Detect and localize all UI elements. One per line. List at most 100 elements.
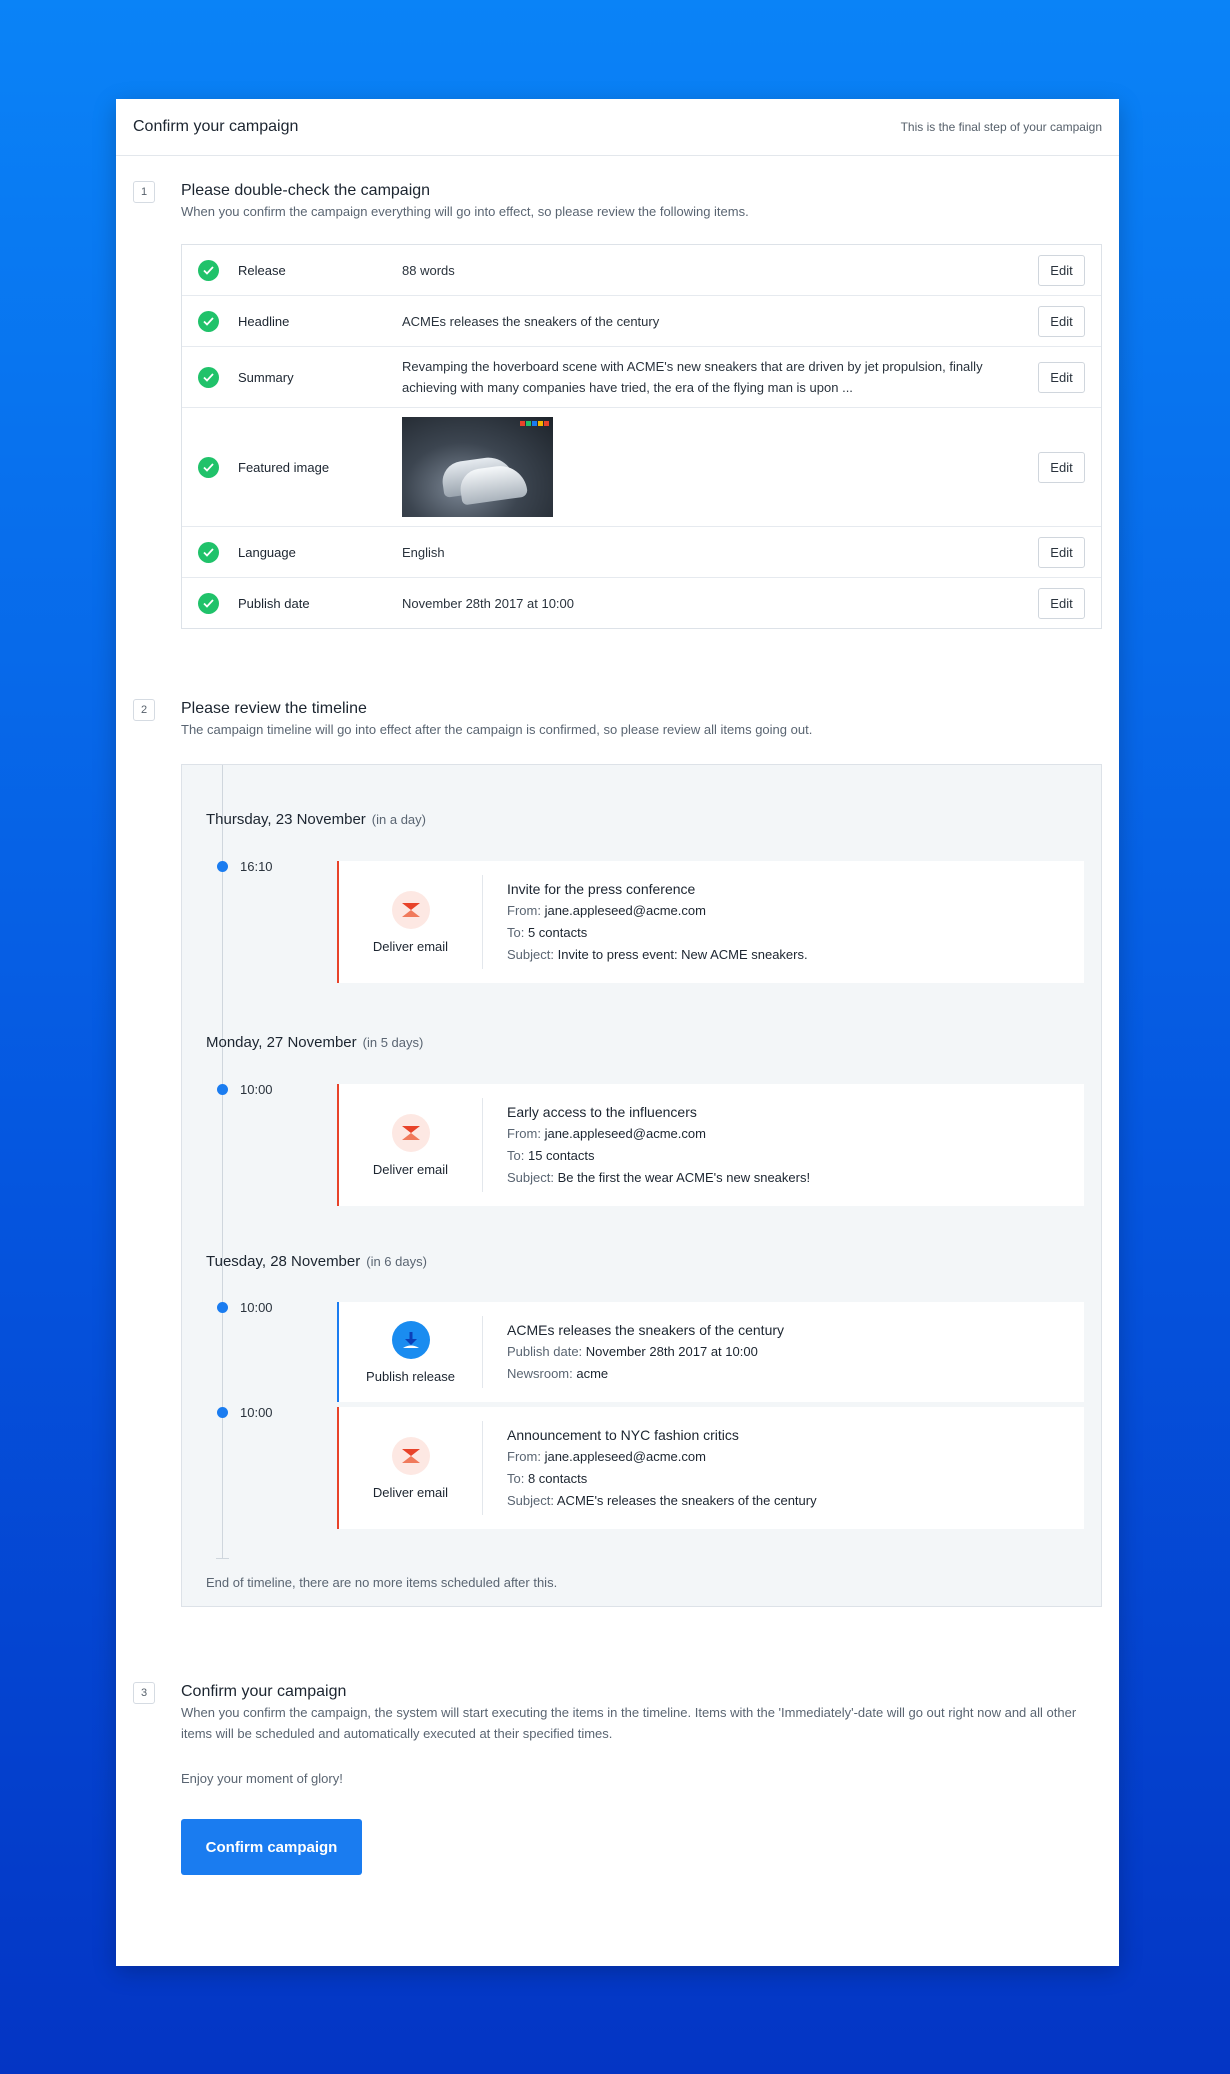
checklist-row-release: Release 88 words Edit <box>182 245 1101 296</box>
subject-label: Subject: <box>507 1170 554 1185</box>
event-kind-label: Deliver email <box>372 1484 449 1500</box>
checklist-row-publish-date: Publish date November 28th 2017 at 10:00… <box>182 578 1101 628</box>
day-header: Monday, 27 November (in 5 days) <box>206 1034 423 1051</box>
from-label: From: <box>507 1126 541 1141</box>
day-header: Tuesday, 28 November (in 6 days) <box>206 1253 427 1270</box>
check-icon <box>198 366 219 388</box>
event-kind: Deliver email <box>339 875 483 969</box>
event-to: 5 contacts <box>527 925 588 940</box>
event-details: Early access to the influencers From: ja… <box>483 1101 834 1189</box>
event-kind: Deliver email <box>339 1098 483 1192</box>
row-value: 88 words <box>402 262 455 278</box>
checklist-row-summary: Summary Revamping the hoverboard scene w… <box>182 347 1101 408</box>
timeline-event-invite[interactable]: Deliver email Invite for the press confe… <box>337 861 1084 983</box>
email-icon <box>391 890 430 929</box>
publish-icon <box>391 1320 430 1359</box>
event-title: Invite for the press conference <box>507 881 696 897</box>
checklist-row-language: Language English Edit <box>182 527 1101 578</box>
timeline-dot <box>217 1302 228 1313</box>
final-step-hint: This is the final step of your campaign <box>900 120 1102 134</box>
event-title: Announcement to NYC fashion critics <box>507 1427 739 1443</box>
timeline-end-note: End of timeline, there are no more items… <box>206 1575 558 1590</box>
confirm-campaign-button[interactable]: Confirm campaign <box>181 1819 362 1875</box>
timeline-event-nyc-critics[interactable]: Deliver email Announcement to NYC fashio… <box>337 1407 1084 1529</box>
checklist-row-headline: Headline ACMEs releases the sneakers of … <box>182 296 1101 347</box>
step-number: 3 <box>133 1682 155 1704</box>
event-from: jane.appleseed@acme.com <box>544 903 706 918</box>
event-subject: Be the first the wear ACME's new sneaker… <box>557 1170 811 1185</box>
to-label: To: <box>507 925 525 940</box>
campaign-timeline: Thursday, 23 November (in a day) 16:10 De… <box>181 764 1102 1607</box>
row-value: English <box>402 544 445 560</box>
event-title: ACMEs releases the sneakers of the centu… <box>507 1322 785 1338</box>
check-icon <box>198 456 219 478</box>
row-label: Language <box>238 544 296 560</box>
step-number: 1 <box>133 181 155 203</box>
event-kind-label: Deliver email <box>372 1161 449 1177</box>
featured-image-cell <box>402 417 1038 517</box>
email-icon <box>391 1113 430 1152</box>
event-subject: Invite to press event: New ACME sneakers… <box>557 947 808 962</box>
event-newsroom: acme <box>576 1366 609 1381</box>
subject-label: Subject: <box>507 947 554 962</box>
day-header: Thursday, 23 November (in a day) <box>206 811 426 828</box>
from-label: From: <box>507 1449 541 1464</box>
checklist-row-featured-image: Featured image Edit <box>182 408 1101 527</box>
newsroom-label: Newsroom: <box>507 1366 573 1381</box>
event-to: 8 contacts <box>527 1471 588 1486</box>
timeline-dot <box>217 861 228 872</box>
row-value: ACMEs releases the sneakers of the centu… <box>402 313 660 329</box>
day-relative: (in 5 days) <box>362 1035 424 1050</box>
step-title: Confirm your campaign <box>181 1683 347 1700</box>
row-label: Headline <box>238 313 290 329</box>
edit-summary-button[interactable]: Edit <box>1038 361 1085 393</box>
day-relative: (in 6 days) <box>366 1254 427 1269</box>
enjoy-message: Enjoy your moment of glory! <box>181 1771 343 1786</box>
day-relative: (in a day) <box>371 812 426 827</box>
event-details: Announcement to NYC fashion critics From… <box>483 1424 841 1512</box>
row-label: Publish date <box>238 595 310 611</box>
event-details: ACMEs releases the sneakers of the centu… <box>483 1319 808 1385</box>
subject-label: Subject: <box>507 1493 554 1508</box>
from-label: From: <box>507 903 541 918</box>
event-kind-label: Deliver email <box>372 938 449 954</box>
edit-headline-button[interactable]: Edit <box>1038 305 1085 337</box>
step-title: Please double-check the campaign <box>181 182 431 199</box>
step-number: 2 <box>133 699 155 721</box>
featured-image-thumbnail <box>402 417 553 517</box>
step-title: Please review the timeline <box>181 700 367 717</box>
event-kind: Deliver email <box>339 1421 483 1515</box>
email-icon <box>391 1436 430 1475</box>
timeline-dot <box>217 1084 228 1095</box>
event-time: 10:00 <box>240 1082 273 1097</box>
event-time: 10:00 <box>240 1300 273 1315</box>
edit-language-button[interactable]: Edit <box>1038 536 1085 568</box>
edit-publish-date-button[interactable]: Edit <box>1038 587 1085 619</box>
publish-date-label: Publish date: <box>507 1344 583 1359</box>
event-subject: ACME's releases the sneakers of the cent… <box>556 1493 817 1508</box>
step-confirm: 3 Confirm your campaign When you confirm… <box>133 1682 1102 1875</box>
page-title: Confirm your campaign <box>133 118 299 135</box>
event-time: 10:00 <box>240 1405 273 1420</box>
timeline-event-early-access[interactable]: Deliver email Early access to the influe… <box>337 1084 1084 1206</box>
edit-featured-image-button[interactable]: Edit <box>1038 451 1085 483</box>
event-publish-date: November 28th 2017 at 10:00 <box>585 1344 758 1359</box>
step-description: When you confirm the campaign, the syste… <box>181 1705 1077 1741</box>
edit-release-button[interactable]: Edit <box>1038 254 1085 286</box>
event-time: 16:10 <box>240 859 273 874</box>
day-date: Thursday, 23 November <box>206 811 366 828</box>
check-icon <box>198 259 219 281</box>
event-from: jane.appleseed@acme.com <box>544 1449 706 1464</box>
event-from: jane.appleseed@acme.com <box>544 1126 706 1141</box>
event-kind: Publish release <box>339 1316 483 1388</box>
day-date: Tuesday, 28 November <box>206 1253 361 1270</box>
to-label: To: <box>507 1148 525 1163</box>
row-value: Revamping the hoverboard scene with ACME… <box>402 359 983 395</box>
step-review-timeline: 2 Please review the timeline The campaig… <box>133 699 1102 1607</box>
timeline-dot <box>217 1407 228 1418</box>
timeline-event-publish-release[interactable]: Publish release ACMEs releases the sneak… <box>337 1302 1084 1402</box>
campaign-card: Confirm your campaign This is the final … <box>116 99 1119 1966</box>
row-value: November 28th 2017 at 10:00 <box>402 595 575 611</box>
step-description: The campaign timeline will go into effec… <box>181 722 813 737</box>
step-description: When you confirm the campaign everything… <box>181 204 749 219</box>
